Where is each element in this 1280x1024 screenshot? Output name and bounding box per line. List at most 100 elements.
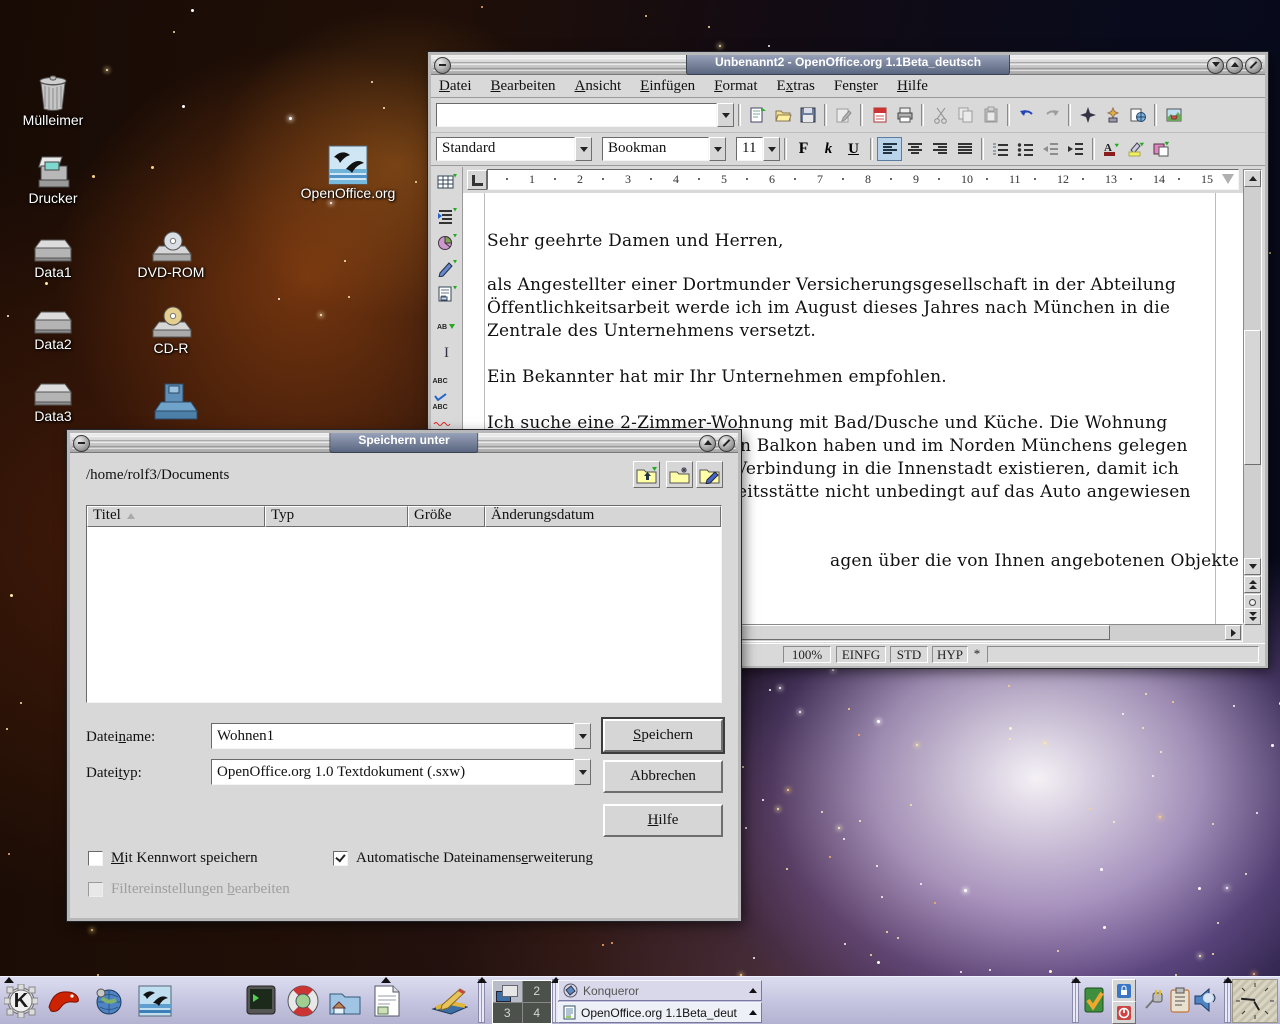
dialog-titlebar[interactable]: Speichern unter	[70, 433, 738, 453]
previous-page-button[interactable]	[1244, 576, 1261, 593]
desktop-icon-cdr[interactable]: CD-R	[134, 304, 208, 356]
kwrite-launcher[interactable]	[368, 982, 406, 1020]
klipper-tray-icon[interactable]	[1168, 985, 1192, 1015]
dialog-close-button[interactable]	[718, 435, 735, 452]
align-right-button[interactable]	[927, 137, 952, 161]
align-justify-button[interactable]	[952, 137, 977, 161]
column-title[interactable]: Titel	[87, 506, 265, 527]
checkbox-box[interactable]	[333, 851, 348, 866]
horizontal-ruler[interactable]: 123456789101112131415	[487, 169, 1239, 190]
k-menu-button[interactable]: K	[2, 982, 40, 1020]
help-button[interactable]: Hilfe	[603, 804, 723, 837]
font-size-combobox[interactable]: 11	[736, 137, 780, 161]
underline-button[interactable]: U	[841, 137, 866, 161]
insert-object-icon[interactable]	[433, 229, 461, 254]
insert-table-icon[interactable]	[433, 169, 461, 194]
column-size[interactable]: Größe	[408, 506, 485, 527]
menu-datei[interactable]: Datei	[439, 78, 472, 95]
column-type[interactable]: Typ	[265, 506, 408, 527]
checkbox-box[interactable]	[88, 851, 103, 866]
status-insert-mode[interactable]: EINFG	[836, 646, 886, 663]
suse-watcher-tray-icon[interactable]	[1082, 985, 1108, 1015]
desktop-icon-trash[interactable]: Mülleimer	[14, 74, 92, 128]
paragraph-style-combobox[interactable]: Standard	[436, 137, 592, 161]
minimize-button[interactable]	[1207, 57, 1224, 74]
print-icon[interactable]	[892, 103, 917, 127]
filename-combobox[interactable]: Wohnen1	[211, 723, 591, 749]
style-dropdown-button[interactable]	[575, 137, 592, 161]
undo-icon[interactable]	[1014, 103, 1039, 127]
create-new-folder-button[interactable]	[666, 461, 693, 488]
file-list[interactable]: Titel Typ Größe Änderungsdatum	[86, 505, 722, 703]
edit-file-icon[interactable]	[831, 103, 856, 127]
logout-button[interactable]	[1112, 1001, 1136, 1024]
filetype-dropdown-button[interactable]	[574, 759, 591, 785]
menu-extras[interactable]: Extras	[777, 78, 815, 95]
bold-button[interactable]: F	[791, 137, 816, 161]
help-center-launcher[interactable]	[284, 982, 322, 1020]
font-color-button[interactable]: A	[1099, 137, 1124, 161]
cancel-button[interactable]: Abbrechen	[603, 760, 723, 793]
draw-functions-icon[interactable]	[433, 255, 461, 280]
gallery-icon[interactable]	[1161, 103, 1186, 127]
tab-stop-selector[interactable]	[467, 170, 487, 190]
desktop-icon-printer[interactable]: Drucker	[16, 154, 90, 206]
openoffice-launcher[interactable]	[136, 982, 174, 1020]
maximize-button[interactable]	[1226, 57, 1243, 74]
analog-clock[interactable]	[1232, 979, 1278, 1023]
kmix-volume-tray-icon[interactable]	[1192, 985, 1220, 1015]
control-center-launcher[interactable]	[90, 982, 128, 1020]
stylist-icon[interactable]	[1100, 103, 1125, 127]
increase-indent-button[interactable]	[1063, 137, 1088, 161]
align-left-button[interactable]	[877, 137, 902, 161]
font-name-combobox[interactable]: Bookman	[602, 137, 726, 161]
dialog-maximize-button[interactable]	[699, 435, 716, 452]
desktop-icon-data3[interactable]: Data3	[14, 380, 92, 424]
save-button[interactable]: Speichern	[603, 719, 723, 752]
filename-dropdown-button[interactable]	[574, 723, 591, 749]
pager-desktop-1[interactable]	[493, 981, 522, 1002]
url-combobox[interactable]	[436, 103, 734, 127]
writer-titlebar[interactable]: Unbenannt2 - OpenOffice.org 1.1Beta_deut…	[431, 55, 1265, 75]
export-pdf-icon[interactable]	[867, 103, 892, 127]
filetype-combobox[interactable]: OpenOffice.org 1.0 Textdokument (.sxw)	[211, 759, 591, 785]
desktop-icon-dvdrom[interactable]: DVD-ROM	[132, 230, 210, 280]
align-center-button[interactable]	[902, 137, 927, 161]
filename-value[interactable]: Wohnen1	[211, 723, 574, 749]
dialog-menu-button[interactable]	[73, 435, 90, 452]
url-input[interactable]	[436, 103, 717, 127]
default-directory-button[interactable]	[696, 461, 723, 488]
menu-bearbeiten[interactable]: Bearbeiten	[491, 78, 556, 95]
task-openoffice[interactable]: OpenOffice.org 1.1Beta_deut	[558, 1002, 762, 1023]
status-hyperlink-mode[interactable]: HYP	[932, 646, 968, 663]
autotext-icon[interactable]: AB	[433, 315, 461, 340]
insert-section-icon[interactable]	[433, 203, 461, 228]
copy-icon[interactable]	[953, 103, 978, 127]
status-zoom[interactable]: 100%	[783, 646, 831, 663]
pager-desktop-3[interactable]: 3	[493, 1003, 522, 1024]
desktop-icon-data2[interactable]: Data2	[14, 308, 92, 352]
auto-extension-checkbox[interactable]: Automatische Dateinamenserweiterung	[333, 850, 593, 867]
menu-fenster[interactable]: Fenster	[834, 78, 878, 95]
direct-cursor-icon[interactable]: I	[433, 341, 461, 366]
scroll-up-button[interactable]	[1244, 170, 1261, 187]
numbered-list-button[interactable]	[988, 137, 1013, 161]
desktop-pager[interactable]: 2 3 4	[492, 980, 552, 1024]
menu-format[interactable]: Format	[714, 78, 757, 95]
navigator-icon[interactable]	[1075, 103, 1100, 127]
bullet-list-button[interactable]	[1013, 137, 1038, 161]
task-konqueror[interactable]: Konqueror	[558, 980, 762, 1001]
next-page-button[interactable]	[1244, 608, 1261, 625]
save-icon[interactable]	[795, 103, 820, 127]
font-dropdown-button[interactable]	[709, 137, 726, 161]
menu-einfuegen[interactable]: Einfügen	[640, 78, 695, 95]
paste-icon[interactable]	[978, 103, 1003, 127]
cut-icon[interactable]	[928, 103, 953, 127]
password-checkbox[interactable]: Mit Kennwort speichern	[88, 850, 258, 867]
status-selection-mode[interactable]: STD	[890, 646, 928, 663]
home-folder-launcher[interactable]	[326, 982, 364, 1020]
vertical-scrollbar[interactable]	[1243, 169, 1262, 624]
menu-ansicht[interactable]: Ansicht	[574, 78, 621, 95]
desktop-icon-openoffice[interactable]: OpenOffice.org	[300, 145, 396, 201]
konsole-launcher[interactable]	[242, 982, 280, 1020]
